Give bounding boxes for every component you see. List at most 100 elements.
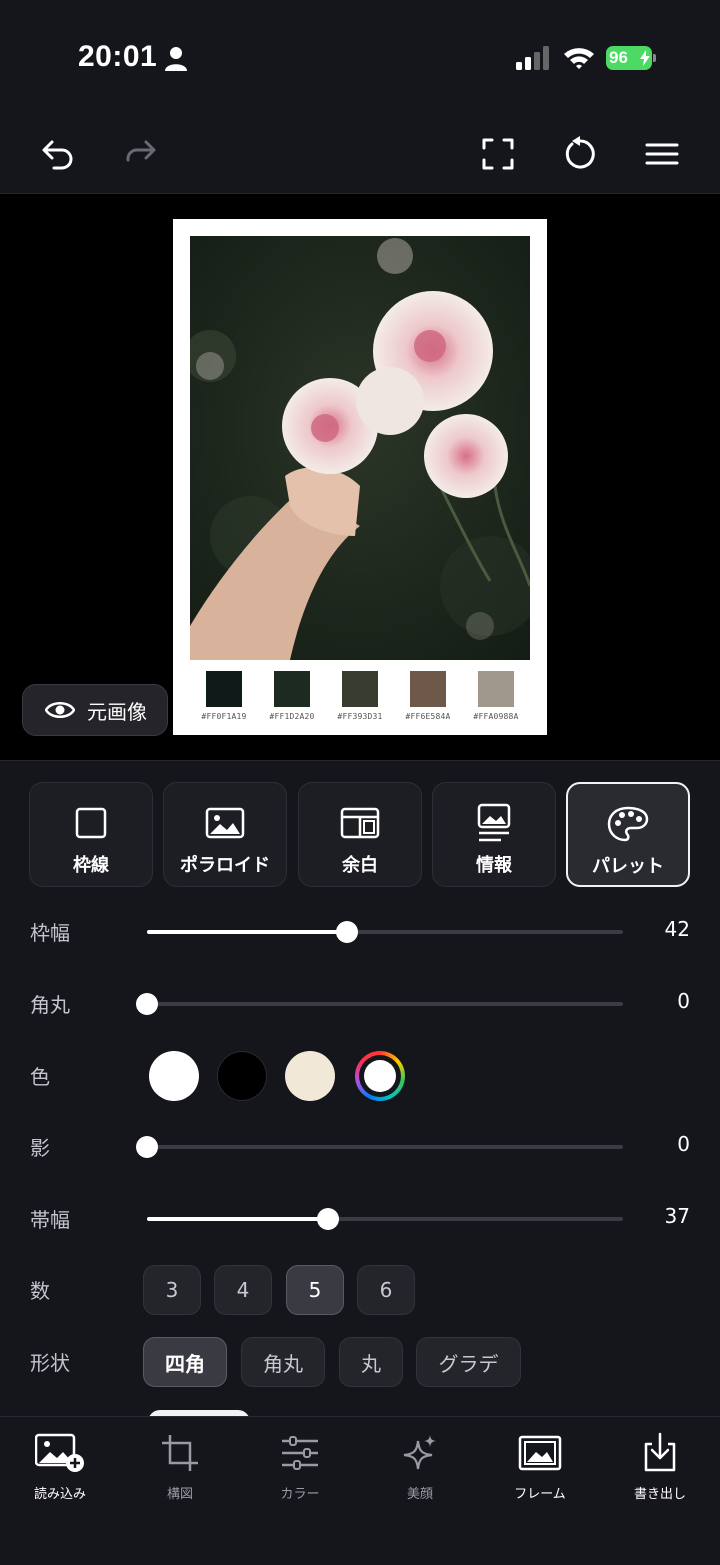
setting-value: 0 bbox=[677, 989, 690, 1013]
shadow-slider[interactable] bbox=[136, 1136, 623, 1158]
setting-value: 42 bbox=[664, 917, 690, 941]
setting-label: 帯幅 bbox=[30, 1208, 70, 1232]
count-option-6[interactable]: 6 bbox=[357, 1265, 415, 1315]
sliders-icon bbox=[282, 1436, 318, 1470]
swatch-code: #FF1D2A20 bbox=[269, 712, 315, 721]
setting-color: 色 bbox=[0, 1051, 720, 1101]
charging-bolt-icon bbox=[640, 50, 650, 66]
cellular-signal-icon bbox=[516, 46, 549, 70]
setting-corner-radius: 角丸 0 bbox=[0, 979, 720, 1029]
fullscreen-icon bbox=[482, 138, 514, 170]
nav-label: フレーム bbox=[514, 1487, 566, 1502]
palette-swatches: #FF0F1A19 #FF1D2A20 #FF393D31 #FF6E584A … bbox=[190, 671, 530, 727]
shape-option-square[interactable]: 四角 bbox=[143, 1337, 227, 1387]
tab-polaroid[interactable]: ポラロイド bbox=[163, 782, 287, 887]
corner-radius-slider[interactable] bbox=[136, 993, 623, 1015]
slider-knob[interactable] bbox=[136, 993, 158, 1015]
palette-swatch: #FF1D2A20 bbox=[258, 671, 326, 721]
tab-label: パレット bbox=[592, 856, 664, 877]
fullscreen-button[interactable] bbox=[476, 132, 520, 176]
swatch-chip bbox=[478, 671, 514, 707]
color-black-option[interactable] bbox=[217, 1051, 267, 1101]
setting-label: 色 bbox=[30, 1065, 50, 1089]
band-width-slider[interactable] bbox=[147, 1208, 623, 1230]
nav-label: カラー bbox=[280, 1487, 320, 1502]
slider-knob[interactable] bbox=[136, 1136, 158, 1158]
color-cream-option[interactable] bbox=[285, 1051, 335, 1101]
tab-label: ポラロイド bbox=[180, 855, 270, 876]
slider-knob[interactable] bbox=[335, 921, 358, 943]
image-add-icon bbox=[35, 1433, 84, 1472]
swatch-chip bbox=[410, 671, 446, 707]
palette-swatch: #FF393D31 bbox=[326, 671, 394, 721]
top-toolbar bbox=[0, 110, 720, 194]
swatch-code: #FF6E584A bbox=[405, 712, 451, 721]
nav-label: 読み込み bbox=[33, 1487, 86, 1502]
menu-icon bbox=[645, 143, 679, 165]
show-original-label: 元画像 bbox=[87, 699, 147, 724]
reset-button[interactable] bbox=[558, 132, 602, 176]
menu-button[interactable] bbox=[640, 132, 684, 176]
nav-label: 美顔 bbox=[406, 1487, 433, 1502]
eye-icon bbox=[45, 702, 75, 718]
setting-label: 形状 bbox=[30, 1351, 70, 1375]
tab-label: 余白 bbox=[342, 855, 378, 876]
count-option-5[interactable]: 5 bbox=[286, 1265, 344, 1315]
show-original-button[interactable]: 元画像 bbox=[22, 684, 168, 736]
tab-palette[interactable]: パレット bbox=[566, 782, 690, 887]
reset-icon bbox=[565, 136, 595, 169]
frame-icon bbox=[518, 1435, 562, 1471]
square-icon bbox=[75, 807, 107, 839]
setting-shape: 形状 四角 角丸 丸 グラデ bbox=[0, 1337, 720, 1387]
sparkle-icon bbox=[403, 1435, 436, 1470]
nav-label: 書き出し bbox=[633, 1487, 686, 1502]
shape-option-gradient[interactable]: グラデ bbox=[416, 1337, 521, 1387]
palette-swatch: #FFA0988A bbox=[462, 671, 530, 721]
battery-percent: 96 bbox=[609, 48, 628, 67]
palette-icon bbox=[607, 806, 649, 842]
setting-label: 数 bbox=[30, 1279, 50, 1303]
redo-button[interactable] bbox=[118, 132, 162, 176]
photo bbox=[190, 236, 530, 660]
color-custom-picker[interactable] bbox=[355, 1051, 405, 1101]
color-white-option[interactable] bbox=[149, 1051, 199, 1101]
nav-beauty[interactable]: 美顔 bbox=[360, 1429, 480, 1519]
border-width-slider[interactable] bbox=[147, 921, 623, 943]
swatch-code: #FF393D31 bbox=[337, 712, 383, 721]
rose-photo-image bbox=[190, 236, 530, 660]
frame-style-tabs: 枠線 ポラロイド 余白 情報 パレット bbox=[0, 760, 720, 900]
shape-option-rounded[interactable]: 角丸 bbox=[241, 1337, 325, 1387]
setting-band-width: 帯幅 37 bbox=[0, 1194, 720, 1244]
nav-import[interactable]: 読み込み bbox=[0, 1429, 120, 1519]
image-canvas[interactable]: #FF0F1A19 #FF1D2A20 #FF393D31 #FF6E584A … bbox=[0, 194, 720, 760]
setting-label: 枠幅 bbox=[30, 921, 70, 945]
redo-icon bbox=[126, 140, 156, 162]
battery-indicator: 96 bbox=[606, 46, 656, 72]
export-icon bbox=[644, 1432, 676, 1472]
nav-composition[interactable]: 構図 bbox=[120, 1429, 240, 1519]
person-icon bbox=[165, 47, 187, 71]
count-option-3[interactable]: 3 bbox=[143, 1265, 201, 1315]
nav-export[interactable]: 書き出し bbox=[600, 1429, 720, 1519]
shape-option-circle[interactable]: 丸 bbox=[339, 1337, 403, 1387]
nav-label: 構図 bbox=[166, 1487, 193, 1502]
count-option-4[interactable]: 4 bbox=[214, 1265, 272, 1315]
undo-button[interactable] bbox=[36, 132, 80, 176]
setting-label: 影 bbox=[30, 1136, 50, 1160]
setting-label: 角丸 bbox=[30, 993, 70, 1017]
nav-color[interactable]: カラー bbox=[240, 1429, 360, 1519]
undo-icon bbox=[42, 140, 73, 170]
crop-icon bbox=[162, 1435, 198, 1471]
setting-border-width: 枠幅 42 bbox=[0, 907, 720, 957]
slider-knob[interactable] bbox=[316, 1208, 339, 1230]
palette-swatch: #FF0F1A19 bbox=[190, 671, 258, 721]
setting-value: 0 bbox=[677, 1132, 690, 1156]
status-time: 20:01 bbox=[78, 40, 158, 73]
tab-info[interactable]: 情報 bbox=[432, 782, 556, 887]
tab-margin[interactable]: 余白 bbox=[298, 782, 422, 887]
bottom-navigation: 読み込み 構図 カラー 美顔 フレーム 書き出し bbox=[0, 1416, 720, 1565]
tab-border[interactable]: 枠線 bbox=[29, 782, 153, 887]
nav-frame[interactable]: フレーム bbox=[480, 1429, 600, 1519]
setting-shadow: 影 0 bbox=[0, 1122, 720, 1172]
swatch-code: #FF0F1A19 bbox=[201, 712, 247, 721]
